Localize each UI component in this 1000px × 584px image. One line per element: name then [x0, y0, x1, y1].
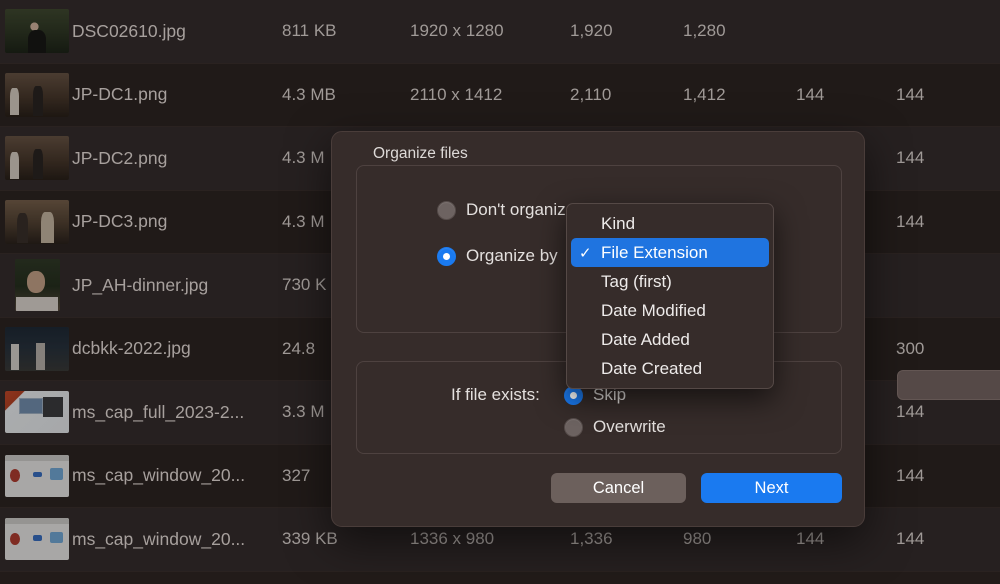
file-width: 1,336	[570, 529, 613, 549]
row-thumbnail	[0, 518, 72, 561]
radio-indicator-off	[564, 417, 583, 437]
file-name: dcbkk-2022.jpg	[72, 338, 191, 359]
menu-item-label: Date Created	[601, 358, 703, 378]
file-name: DSC02610.jpg	[72, 20, 186, 41]
file-name: JP-DC2.png	[72, 147, 168, 168]
file-dpi-y: 300	[896, 338, 925, 358]
file-dpi-y: 144	[896, 402, 925, 422]
file-dimensions: 1920 x 1280	[410, 21, 504, 41]
menu-item-kind[interactable]: Kind	[571, 209, 769, 238]
file-dpi-y: 144	[896, 465, 925, 485]
file-dpi-y: 144	[896, 529, 925, 549]
file-dimensions: 1336 x 980	[410, 529, 495, 549]
row-thumbnail	[0, 136, 72, 181]
dialog-title: Organize files	[373, 145, 468, 162]
row-thumbnail	[0, 72, 72, 117]
next-button[interactable]: Next	[701, 473, 842, 503]
menu-item-label: Kind	[601, 213, 636, 233]
menu-item-date-modified[interactable]: Date Modified	[571, 296, 769, 325]
menu-item-date-added[interactable]: Date Added	[571, 325, 769, 354]
file-name: ms_cap_window_20...	[72, 465, 246, 486]
file-name: JP-DC1.png	[72, 84, 168, 105]
file-width: 2,110	[570, 84, 612, 104]
menu-item-tag-first[interactable]: Tag (first)	[571, 267, 769, 296]
row-thumbnail	[0, 259, 72, 312]
menu-item-label: Date Added	[601, 329, 690, 349]
file-dpi-y: 144	[896, 148, 925, 168]
table-row[interactable]: DSC02610.jpg 811 KB 1920 x 1280 1,920 1,…	[0, 0, 1000, 64]
row-thumbnail	[0, 9, 72, 54]
radio-label: Overwrite	[593, 417, 666, 436]
app-window: DSC02610.jpg 811 KB 1920 x 1280 1,920 1,…	[0, 0, 1000, 584]
radio-label: Don't organize	[466, 200, 576, 219]
file-height: 1,280	[683, 21, 726, 41]
file-name: JP-DC3.png	[72, 211, 168, 232]
menu-item-date-created[interactable]: Date Created	[571, 354, 769, 383]
file-size: 811 KB	[282, 21, 337, 41]
radio-overwrite[interactable]: Overwrite	[564, 417, 666, 437]
organize-by-dropdown-menu[interactable]: Kind ✓ File Extension Tag (first) Date M…	[566, 203, 774, 389]
radio-label: Organize by	[466, 246, 558, 265]
organize-by-popup-button[interactable]	[897, 370, 1000, 400]
file-dpi-x: 144	[796, 84, 825, 104]
file-dpi-y: 144	[896, 211, 925, 231]
cancel-button[interactable]: Cancel	[551, 473, 686, 503]
menu-item-label: Tag (first)	[601, 271, 672, 291]
file-width: 1,920	[570, 21, 613, 41]
file-size: 4.3 MB	[282, 84, 336, 104]
menu-item-file-extension[interactable]: ✓ File Extension	[571, 238, 769, 267]
row-thumbnail	[0, 326, 72, 371]
file-name: JP_AH-dinner.jpg	[72, 274, 209, 295]
radio-indicator-on	[437, 246, 456, 266]
if-file-exists-label: If file exists:	[451, 385, 540, 404]
row-thumbnail	[0, 199, 72, 244]
file-name: ms_cap_full_2023-2...	[72, 401, 245, 422]
radio-indicator-off	[437, 200, 456, 220]
file-height: 980	[683, 529, 712, 549]
menu-item-label: File Extension	[601, 242, 708, 262]
radio-dont-organize[interactable]: Don't organize	[437, 200, 575, 220]
menu-item-label: Date Modified	[601, 300, 706, 320]
radio-organize-by[interactable]: Organize by	[437, 246, 558, 266]
file-dpi-x: 144	[796, 529, 825, 549]
table-row[interactable]: JP-DC1.png 4.3 MB 2110 x 1412 2,110 1,41…	[0, 63, 1000, 127]
row-thumbnail	[0, 454, 72, 497]
row-thumbnail	[0, 391, 72, 434]
file-name: ms_cap_window_20...	[72, 528, 246, 549]
file-dpi-y: 144	[896, 84, 925, 104]
file-dimensions: 2110 x 1412	[410, 84, 503, 104]
file-height: 1,412	[683, 84, 726, 104]
file-size: 339 KB	[282, 529, 338, 549]
check-icon: ✓	[579, 244, 592, 262]
